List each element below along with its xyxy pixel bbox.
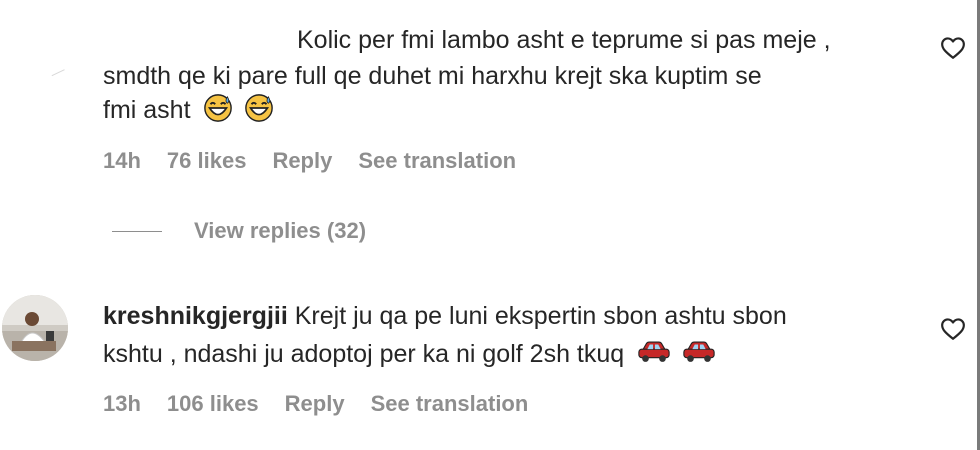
comment-username[interactable]: kreshnikgjergjii <box>103 302 288 330</box>
profile-photo <box>2 295 68 361</box>
comment-timestamp: 13h <box>103 391 141 416</box>
comment-text-line: kshtu , ndashi ju adoptoj per ka ni golf… <box>103 336 720 373</box>
likes-count[interactable]: 76 likes <box>167 148 247 174</box>
comment-text-line: Kolic per fmi lambo asht e teprume si pa… <box>297 26 831 54</box>
see-translation-link[interactable]: See translation <box>358 148 516 174</box>
heart-outline-icon[interactable] <box>940 36 966 60</box>
comment-meta-row: 13h 106 likes Reply See translation <box>103 391 554 417</box>
comment-text-line: fmi asht <box>103 92 278 129</box>
comments-panel: Kolic per fmi lambo asht e teprume si pa… <box>0 0 980 450</box>
comment-text-fragment: kshtu , ndashi ju adoptoj per ka ni golf… <box>103 340 625 368</box>
red-car-emoji <box>638 341 670 362</box>
see-translation-link[interactable]: See translation <box>371 391 529 417</box>
comment-text-line: smdth qe ki pare full qe duhet mi harxhu… <box>103 62 762 90</box>
likes-count[interactable]: 106 likes <box>167 391 259 417</box>
heart-outline-icon[interactable] <box>940 317 966 341</box>
reply-button[interactable]: Reply <box>272 148 332 174</box>
avatar-edge <box>51 69 67 80</box>
view-replies-label: View replies (32) <box>194 218 367 243</box>
red-car-emoji <box>683 341 715 362</box>
avatar[interactable] <box>2 295 68 361</box>
grinning-sweat-emoji <box>204 94 233 122</box>
comment-timestamp: 14h <box>103 148 141 173</box>
comment-text-fragment: fmi asht <box>103 96 191 124</box>
view-replies-divider <box>112 230 162 232</box>
comment-meta-row: 14h 76 likes Reply See translation <box>103 148 542 174</box>
comment-text-fragment: Krejt ju qa pe luni ekspertin sbon ashtu… <box>294 302 787 330</box>
grinning-sweat-emoji <box>245 94 274 122</box>
reply-button[interactable]: Reply <box>285 391 345 417</box>
comment-text-line: kreshnikgjergjii Krejt ju qa pe luni eks… <box>103 298 787 335</box>
view-replies-button[interactable]: View replies (32) <box>112 218 366 244</box>
